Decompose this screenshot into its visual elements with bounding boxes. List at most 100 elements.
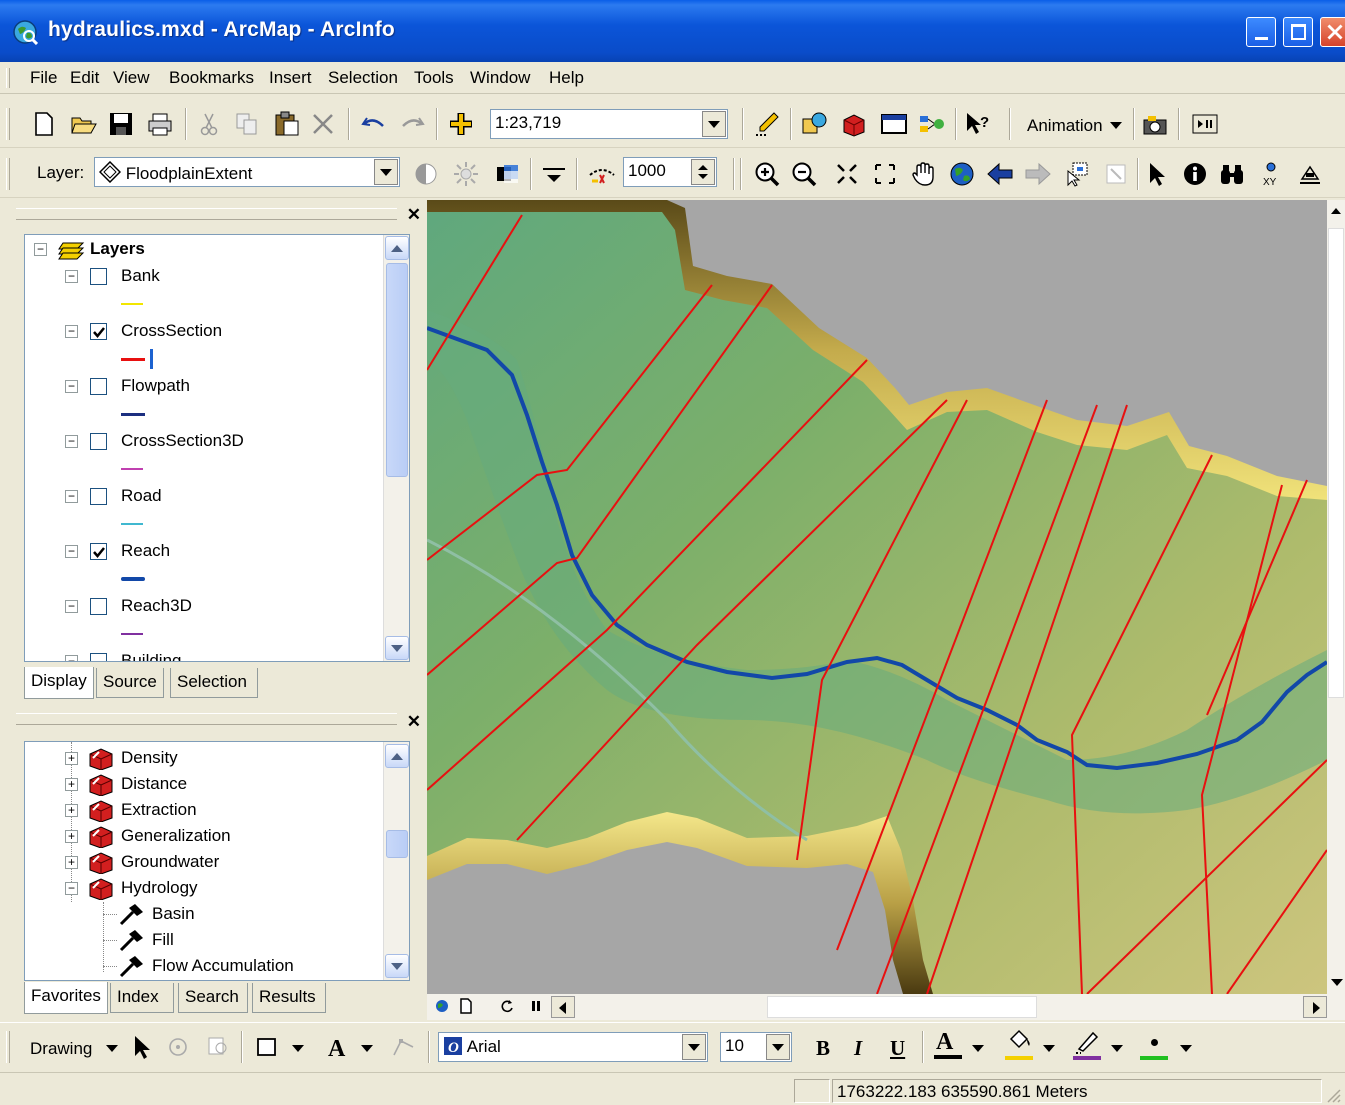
layer-name-reach[interactable]: Reach: [121, 541, 170, 561]
toc-close-icon[interactable]: ✕: [407, 205, 421, 225]
collapse-icon[interactable]: −: [65, 600, 78, 613]
zoom-out-icon[interactable]: [790, 160, 818, 188]
expand-icon[interactable]: +: [65, 856, 78, 869]
toolset-hydrology[interactable]: Hydrology: [121, 878, 198, 898]
map-view[interactable]: [427, 200, 1327, 994]
chevron-down-icon[interactable]: [106, 1045, 118, 1052]
menu-help[interactable]: Help: [549, 68, 584, 88]
layer-name-flowpath[interactable]: Flowpath: [121, 376, 190, 396]
italic-button[interactable]: I: [854, 1036, 862, 1061]
layer-checkbox-crosssection3d[interactable]: [90, 433, 107, 450]
collapse-icon[interactable]: −: [65, 882, 78, 895]
zoom-in-icon[interactable]: [753, 160, 781, 188]
tool-fill[interactable]: Fill: [152, 930, 174, 950]
scroll-down-icon[interactable]: [385, 954, 409, 978]
collapse-icon[interactable]: −: [65, 490, 78, 503]
bold-button[interactable]: B: [816, 1036, 830, 1061]
toolset-distance[interactable]: Distance: [121, 774, 187, 794]
font-size-combo[interactable]: 10: [720, 1032, 792, 1062]
line-color-button[interactable]: [1073, 1029, 1103, 1063]
expand-icon[interactable]: +: [65, 778, 78, 791]
chevron-down-icon[interactable]: [292, 1045, 304, 1052]
redo-icon[interactable]: [398, 110, 426, 138]
open-folder-icon[interactable]: [70, 110, 98, 138]
map-canvas[interactable]: [427, 200, 1327, 994]
collapse-icon[interactable]: −: [65, 435, 78, 448]
clear-selection-icon[interactable]: [1102, 160, 1130, 188]
menu-grip[interactable]: [6, 68, 10, 88]
toolbar-grip[interactable]: [6, 1031, 10, 1063]
bank-symbol[interactable]: [121, 303, 143, 305]
menu-insert[interactable]: Insert: [269, 68, 312, 88]
toc-panel-handle[interactable]: [16, 208, 397, 220]
collapse-icon[interactable]: −: [65, 325, 78, 338]
toc-scroll-thumb[interactable]: [386, 263, 408, 477]
copy-icon[interactable]: [233, 110, 261, 138]
menu-tools[interactable]: Tools: [414, 68, 454, 88]
chevron-down-icon[interactable]: [702, 111, 726, 137]
menu-edit[interactable]: Edit: [70, 68, 99, 88]
minimize-button[interactable]: [1246, 17, 1276, 47]
pause-drawing-icon[interactable]: [529, 999, 543, 1013]
arccatalog-icon[interactable]: [801, 110, 829, 138]
toolset-density[interactable]: Density: [121, 748, 178, 768]
editor-toolbar-icon[interactable]: [753, 110, 781, 138]
toolbox-panel-handle[interactable]: [16, 713, 397, 725]
flowpath-symbol[interactable]: [121, 413, 145, 416]
scroll-up-icon[interactable]: [1331, 208, 1341, 214]
undo-icon[interactable]: [360, 110, 388, 138]
menu-file[interactable]: File: [30, 68, 57, 88]
chevron-down-icon[interactable]: [1180, 1045, 1192, 1052]
collapse-icon[interactable]: −: [65, 545, 78, 558]
layer-name-reach3d[interactable]: Reach3D: [121, 596, 192, 616]
layer-checkbox-reach[interactable]: [90, 543, 107, 560]
offset-icon[interactable]: [588, 160, 616, 188]
fixed-zoom-in-icon[interactable]: [833, 160, 861, 188]
tab-display[interactable]: Display: [24, 667, 94, 699]
go-back-arrow-icon[interactable]: [986, 160, 1014, 188]
collapse-icon[interactable]: −: [65, 270, 78, 283]
font-name-combo[interactable]: O Arial: [438, 1032, 708, 1062]
refresh-icon[interactable]: [499, 998, 515, 1014]
menu-window[interactable]: Window: [470, 68, 530, 88]
layer-name-road[interactable]: Road: [121, 486, 162, 506]
offset-spinner[interactable]: 1000: [623, 157, 717, 187]
go-forward-arrow-icon[interactable]: [1024, 160, 1052, 188]
delete-icon[interactable]: [309, 110, 337, 138]
transparency-icon[interactable]: [494, 160, 522, 188]
maximize-button[interactable]: [1283, 17, 1313, 47]
resize-grip-icon[interactable]: [1325, 1087, 1341, 1103]
collapse-icon[interactable]: −: [34, 243, 47, 256]
contrast-icon[interactable]: [412, 160, 440, 188]
toolset-generalization[interactable]: Generalization: [121, 826, 231, 846]
toolset-extraction[interactable]: Extraction: [121, 800, 197, 820]
edit-vertices-icon[interactable]: [390, 1033, 418, 1061]
print-icon[interactable]: [146, 110, 174, 138]
layer-checkbox-bank[interactable]: [90, 268, 107, 285]
map-scale-combo[interactable]: 1:23,719: [490, 109, 728, 139]
cut-icon[interactable]: [195, 110, 223, 138]
menu-view[interactable]: View: [113, 68, 150, 88]
scroll-down-icon[interactable]: [1331, 979, 1343, 986]
chevron-down-icon[interactable]: [766, 1034, 790, 1060]
fixed-zoom-out-icon[interactable]: [871, 160, 899, 188]
drawing-menu[interactable]: Drawing: [30, 1039, 92, 1059]
layer-checkbox-reach3d[interactable]: [90, 598, 107, 615]
collapse-icon[interactable]: −: [65, 380, 78, 393]
animation-controls-icon[interactable]: [1191, 110, 1219, 138]
title-bar[interactable]: hydraulics.mxd - ArcMap - ArcInfo: [0, 0, 1345, 62]
tool-basin[interactable]: Basin: [152, 904, 195, 924]
map-vscroll-thumb[interactable]: [1328, 228, 1344, 698]
layer-checkbox-flowpath[interactable]: [90, 378, 107, 395]
crosssection-symbol[interactable]: [121, 358, 145, 361]
new-document-icon[interactable]: [30, 110, 58, 138]
spinner-arrows-icon[interactable]: [691, 159, 715, 185]
chevron-down-icon[interactable]: [972, 1045, 984, 1052]
measure-icon[interactable]: [1296, 160, 1324, 188]
toolset-groundwater[interactable]: Groundwater: [121, 852, 219, 872]
chevron-down-icon[interactable]: [682, 1034, 706, 1060]
find-binoculars-icon[interactable]: [1218, 160, 1246, 188]
reach-symbol[interactable]: [121, 577, 145, 581]
map-vertical-scrollbar[interactable]: [1327, 200, 1345, 994]
layer-checkbox-building[interactable]: [90, 653, 107, 661]
